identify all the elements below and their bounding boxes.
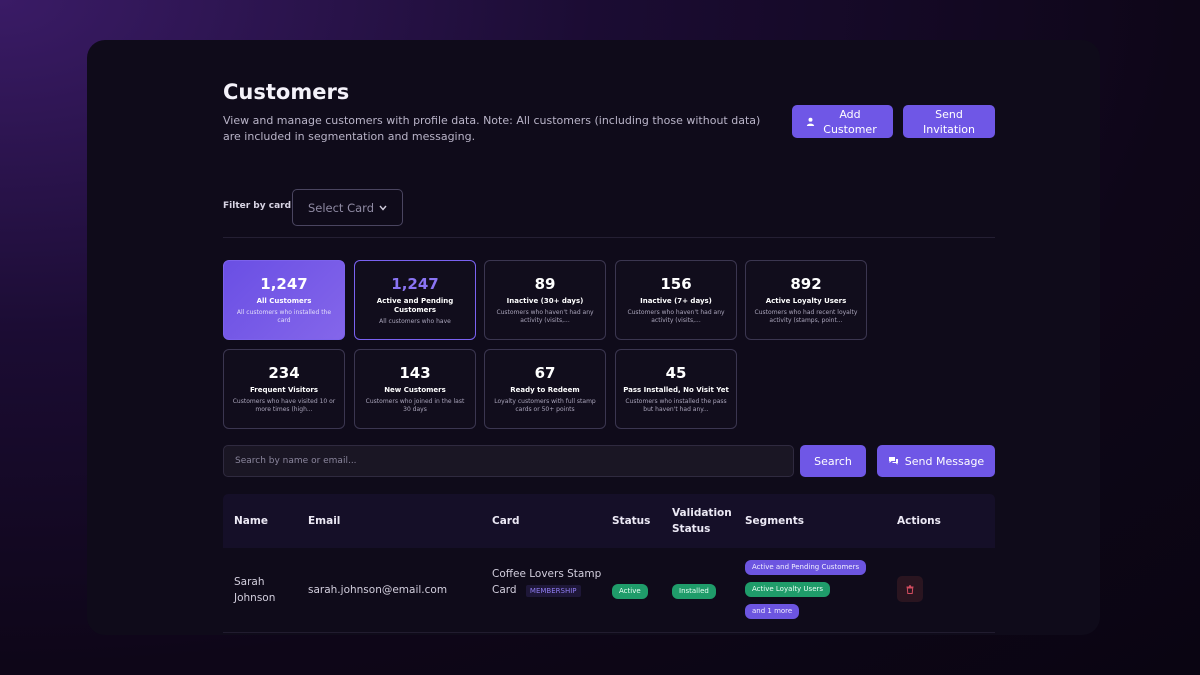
segment-card-new-customers[interactable]: 143 New Customers Customers who joined i…	[354, 349, 476, 429]
column-header-segments[interactable]: Segments	[745, 513, 804, 529]
add-customer-button[interactable]: Add Customer	[792, 105, 893, 138]
segment-title: Inactive (30+ days)	[506, 297, 584, 305]
segment-description: Customers who have visited 10 or more ti…	[232, 398, 336, 413]
column-header-actions: Actions	[897, 515, 941, 527]
segment-description: Customers who haven't had any activity (…	[627, 309, 725, 324]
segment-description: All customers who have	[379, 318, 451, 325]
segment-card-active-pending[interactable]: 1,247 Active and Pending Customers All c…	[354, 260, 476, 340]
column-header-card[interactable]: Card	[492, 513, 520, 529]
table-row[interactable]: Sarah Johnson sarah.johnson@email.com Co…	[223, 548, 995, 633]
segment-count: 234	[268, 364, 300, 382]
page-description: View and manage customers with profile d…	[223, 114, 761, 143]
chat-icon	[888, 457, 898, 465]
send-invitation-button[interactable]: Send Invitation	[903, 105, 995, 138]
search-input[interactable]: Search by name or email...	[223, 445, 794, 477]
segment-description: Loyalty customers with full stamp cards …	[494, 398, 596, 413]
segment-card-active-loyalty[interactable]: 892 Active Loyalty Users Customers who h…	[745, 260, 867, 340]
segment-description: All customers who installed the card	[236, 309, 332, 324]
segment-title: New Customers	[384, 386, 446, 394]
customer-name: Sarah Johnson	[234, 576, 276, 604]
search-placeholder: Search by name or email...	[235, 456, 357, 466]
segment-card-inactive-7[interactable]: 156 Inactive (7+ days) Customers who hav…	[615, 260, 737, 340]
segment-count: 143	[399, 364, 431, 382]
add-customer-label: Add Customer	[823, 107, 877, 136]
segment-title: Inactive (7+ days)	[640, 297, 712, 305]
send-message-button[interactable]: Send Message	[877, 445, 995, 477]
column-header-name[interactable]: Name	[234, 513, 268, 529]
card-select[interactable]: Select Card	[292, 189, 403, 226]
status-badge: Active	[612, 584, 648, 599]
segment-count: 1,247	[260, 275, 308, 293]
segment-badge: Active Loyalty Users	[745, 582, 831, 597]
column-header-validation-status[interactable]: Validation Status	[672, 505, 732, 537]
segment-description: Customers who haven't had any activity (…	[496, 309, 594, 324]
segment-count: 45	[665, 364, 687, 382]
segment-badge: Active and Pending Customers	[745, 560, 867, 575]
segment-description: Customers who joined in the last 30 days	[365, 398, 465, 413]
segment-card-frequent-visitors[interactable]: 234 Frequent Visitors Customers who have…	[223, 349, 345, 429]
card-select-value: Select Card	[307, 200, 375, 215]
delete-button[interactable]	[897, 576, 923, 602]
send-message-label: Send Message	[904, 454, 985, 468]
page-title: Customers	[223, 80, 350, 104]
column-header-status[interactable]: Status	[612, 513, 650, 529]
segment-card-ready-to-redeem[interactable]: 67 Ready to Redeem Loyalty customers wit…	[484, 349, 606, 429]
segment-title: Ready to Redeem	[510, 386, 580, 394]
segment-description: Customers who installed the pass but hav…	[625, 398, 727, 413]
segment-card-pass-installed-no-visit[interactable]: 45 Pass Installed, No Visit Yet Customer…	[615, 349, 737, 429]
segment-count: 67	[534, 364, 556, 382]
segment-card-inactive-30[interactable]: 89 Inactive (30+ days) Customers who hav…	[484, 260, 606, 340]
filter-label: Filter by card:	[223, 201, 295, 211]
send-invitation-label: Send Invitation	[923, 107, 975, 136]
segment-title: Active Loyalty Users	[765, 297, 847, 305]
user-icon	[806, 117, 815, 126]
segment-more-badge[interactable]: and 1 more	[745, 604, 800, 619]
card-type-badge: MEMBERSHIP	[525, 585, 581, 597]
segment-count: 1,247	[391, 275, 439, 293]
trash-icon	[906, 584, 914, 594]
segment-count: 892	[790, 275, 822, 293]
customers-panel: Customers View and manage customers with…	[87, 40, 1100, 635]
segment-title: Frequent Visitors	[249, 386, 319, 394]
segment-count: 156	[660, 275, 692, 293]
validation-status-badge: Installed	[672, 584, 716, 599]
segment-card-all-customers[interactable]: 1,247 All Customers All customers who in…	[223, 260, 345, 340]
column-header-email[interactable]: Email	[308, 513, 340, 529]
segment-title: All Customers	[256, 297, 312, 305]
search-button[interactable]: Search	[800, 445, 866, 477]
chevron-down-icon	[379, 205, 387, 211]
divider	[223, 237, 995, 238]
segment-count: 89	[534, 275, 556, 293]
segment-description: Customers who had recent loyalty activit…	[754, 309, 858, 324]
segment-title: Pass Installed, No Visit Yet	[623, 386, 729, 394]
table-header: Name Email Card Status Validation Status…	[223, 494, 995, 548]
segment-title: Active and Pending Customers	[376, 297, 454, 314]
customer-email: sarah.johnson@email.com	[308, 584, 448, 596]
customer-card: Coffee Lovers Stamp Card MEMBERSHIP	[492, 566, 607, 599]
